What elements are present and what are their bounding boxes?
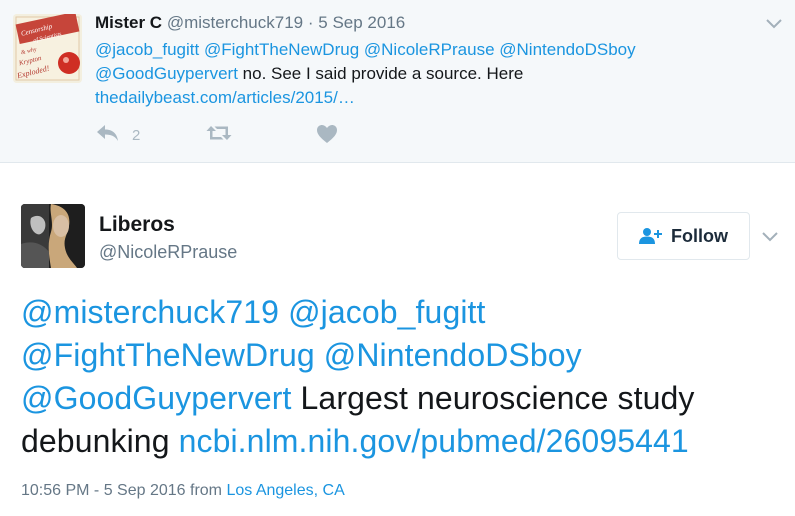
mention-link[interactable]: @jacob_fugitt [288,294,485,330]
chevron-down-icon[interactable] [761,230,779,242]
tweet-text: @misterchuck719 @jacob_fugitt @FightTheN… [21,291,781,463]
mention-link[interactable]: @NintendoDSboy [324,337,582,373]
mention-link[interactable]: @NicoleRPrause [364,40,495,59]
follow-label: Follow [671,225,728,246]
reply-message: no. See I said provide a source. Here [237,64,524,83]
author-display-name[interactable]: Liberos [99,213,175,237]
retweet-icon [205,124,233,146]
tweet-message: Largest neuroscience study [291,380,695,416]
mention-link[interactable]: @NintendoDSboy [499,40,635,59]
tweet-timestamp[interactable]: 10:56 PM - 5 Sep 2016 [21,482,186,499]
chevron-down-icon[interactable] [765,17,783,29]
heart-icon [316,124,338,148]
add-person-icon [639,227,663,245]
reply-separator: · [307,13,314,32]
location-link[interactable]: Los Angeles, CA [226,482,344,499]
avatar-image [21,204,85,268]
main-avatar[interactable] [21,204,85,268]
mention-link[interactable]: @FightTheNewDrug [204,40,359,59]
mention-link[interactable]: @jacob_fugitt [95,40,199,59]
mention-link[interactable]: @GoodGuypervert [21,380,292,416]
reply-handle[interactable]: @misterchuck719 [167,13,303,32]
retweet-button[interactable] [205,124,233,146]
reply-tweet[interactable]: Censorship of Scientists & why Krypton E… [0,0,795,163]
reply-header: Mister C @misterchuck719 · 5 Sep 2016 [95,13,405,33]
mention-link[interactable]: @misterchuck719 [21,294,279,330]
article-link[interactable]: thedailybeast.com/articles/2015/… [95,88,355,107]
reply-text: @jacob_fugitt @FightTheNewDrug @NicoleRP… [95,38,715,110]
reply-display-name[interactable]: Mister C [95,13,162,32]
reply-date[interactable]: 5 Sep 2016 [318,13,405,32]
reply-button[interactable]: 2 [96,124,140,146]
tweet-metadata: 10:56 PM - 5 Sep 2016 from Los Angeles, … [21,482,345,500]
reply-avatar[interactable]: Censorship of Scientists & why Krypton E… [13,14,82,83]
like-button[interactable] [316,124,338,148]
pubmed-link[interactable]: ncbi.nlm.nih.gov/pubmed/26095441 [179,423,689,459]
mention-link[interactable]: @GoodGuypervert [95,64,238,83]
mention-link[interactable]: @FightTheNewDrug [21,337,315,373]
reply-icon [96,124,120,146]
author-handle[interactable]: @NicoleRPrause [99,242,237,263]
tweet-message: debunking [21,423,179,459]
from-label: from [185,482,227,499]
avatar-image: Censorship of Scientists & why Krypton E… [13,14,82,83]
reply-count: 2 [132,126,141,144]
follow-button[interactable]: Follow [617,212,750,260]
